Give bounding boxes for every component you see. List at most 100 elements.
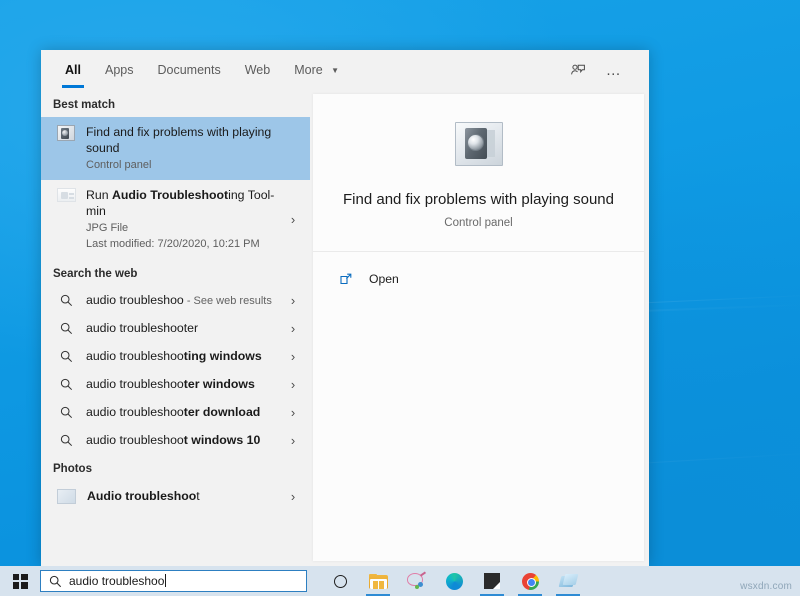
web-result-label: audio troubleshooter windows	[79, 377, 282, 391]
photo-label-match: Audio troubleshoo	[87, 489, 196, 503]
web-query-suffix: t windows 10	[184, 433, 261, 447]
sound-speaker-icon	[53, 124, 79, 141]
section-header-best-match: Best match	[41, 90, 310, 117]
search-results-column: Best match Find and fix problems with pl…	[41, 90, 310, 566]
magnifier-icon	[53, 434, 79, 447]
preview-subtitle: Control panel	[329, 217, 628, 229]
site-watermark: wsxdn.com	[740, 581, 792, 592]
chevron-right-icon[interactable]: ›	[282, 212, 304, 227]
result-row-find-and-fix[interactable]: Find and fix problems with playing sound…	[41, 117, 310, 180]
preview-actions: Open	[313, 252, 644, 294]
result-row-audio-troubleshooting-tool[interactable]: Run Audio Troubleshooting Tool-min JPG F…	[41, 180, 310, 259]
result-title-plain1: Run	[86, 188, 112, 202]
preview-action-open[interactable]: Open	[313, 264, 644, 294]
feedback-button[interactable]	[561, 53, 595, 87]
preview-card: Find and fix problems with playing sound…	[313, 94, 644, 561]
magnifier-icon	[53, 294, 79, 307]
chevron-right-icon[interactable]: ›	[282, 433, 304, 448]
taskbar-search-input[interactable]: audio troubleshoo	[69, 574, 166, 588]
chevron-right-icon[interactable]: ›	[282, 293, 304, 308]
result-title: Find and fix problems with playing sound	[86, 124, 304, 156]
magnifier-icon	[53, 322, 79, 335]
web-result-label: audio troubleshooter	[79, 321, 282, 335]
magnifier-icon	[53, 378, 79, 391]
photo-result-label: Audio troubleshoot	[76, 489, 282, 503]
feedback-person-icon	[570, 62, 586, 78]
search-preview-column: Find and fix problems with playing sound…	[310, 90, 649, 566]
sticky-notes-icon	[484, 573, 500, 589]
chevron-right-icon[interactable]: ›	[282, 377, 304, 392]
preview-header: Find and fix problems with playing sound…	[313, 94, 644, 252]
tab-apps[interactable]: Apps	[93, 50, 146, 90]
windows-start-icon	[13, 574, 28, 589]
start-button[interactable]	[0, 566, 40, 596]
web-query-prefix: audio troubleshoo	[86, 405, 184, 419]
web-result-row[interactable]: audio troubleshooting windows ›	[41, 342, 310, 370]
taskbar-search-box[interactable]: audio troubleshoo	[40, 570, 307, 592]
taskbar-item-blue-app[interactable]	[549, 566, 587, 596]
web-query-prefix: audio troubleshoo	[86, 433, 184, 447]
paint-palette-icon	[407, 573, 426, 590]
taskbar-item-chrome[interactable]	[511, 566, 549, 596]
tab-documents[interactable]: Documents	[145, 50, 232, 90]
web-result-label: audio troubleshooter download	[79, 405, 282, 419]
web-result-label: audio troubleshoot windows 10	[79, 433, 282, 447]
taskbar: audio troubleshoo	[0, 566, 800, 596]
chevron-right-icon[interactable]: ›	[282, 321, 304, 336]
web-query-suffix: ter download	[184, 405, 261, 419]
open-external-icon	[339, 272, 359, 286]
cortana-circle-icon	[334, 575, 347, 588]
edge-icon	[446, 573, 463, 590]
section-header-photos: Photos	[41, 454, 310, 481]
ellipsis-icon: …	[606, 63, 623, 78]
magnifier-icon	[53, 350, 79, 363]
taskbar-item-paint[interactable]	[397, 566, 435, 596]
web-query-text: audio troubleshoo	[86, 293, 184, 307]
web-query-prefix: audio troubleshoo	[86, 377, 184, 391]
web-result-row[interactable]: audio troubleshooter windows ›	[41, 370, 310, 398]
web-result-row[interactable]: audio troubleshooter download ›	[41, 398, 310, 426]
book-app-icon	[560, 574, 577, 589]
tab-web-label: Web	[245, 63, 270, 77]
web-query-suffix: ting windows	[184, 349, 262, 363]
tab-apps-label: Apps	[105, 63, 134, 77]
tab-all-label: All	[65, 63, 81, 77]
search-tabbar: All Apps Documents Web More ▼	[41, 50, 649, 90]
web-result-row[interactable]: audio troubleshooter ›	[41, 314, 310, 342]
taskbar-search-value: audio troubleshoo	[69, 574, 164, 588]
web-result-label: audio troubleshooting windows	[79, 349, 282, 363]
tab-web[interactable]: Web	[233, 50, 282, 90]
result-title: Run Audio Troubleshooting Tool-min	[86, 187, 282, 219]
search-tabs: All Apps Documents Web More ▼	[41, 50, 351, 90]
search-header-actions: …	[561, 53, 639, 87]
chevron-right-icon[interactable]: ›	[282, 349, 304, 364]
web-result-label: audio troubleshoo - See web results	[79, 293, 282, 307]
web-result-row[interactable]: audio troubleshoo - See web results ›	[41, 286, 310, 314]
preview-action-label: Open	[359, 272, 399, 286]
chrome-icon	[522, 573, 539, 590]
search-flyout-panel: All Apps Documents Web More ▼	[41, 50, 649, 566]
taskbar-item-sticky-notes[interactable]	[473, 566, 511, 596]
web-result-row[interactable]: audio troubleshoot windows 10 ›	[41, 426, 310, 454]
chevron-down-icon: ▼	[331, 51, 339, 91]
more-options-button[interactable]: …	[597, 53, 631, 87]
tab-all[interactable]: All	[53, 50, 93, 90]
preview-title: Find and fix problems with playing sound	[329, 190, 628, 210]
tab-more[interactable]: More ▼	[282, 50, 351, 90]
magnifier-icon	[53, 406, 79, 419]
tab-documents-label: Documents	[157, 63, 220, 77]
chevron-right-icon[interactable]: ›	[282, 405, 304, 420]
chevron-right-icon[interactable]: ›	[282, 489, 304, 504]
photo-result-row[interactable]: Audio troubleshoot ›	[41, 481, 310, 511]
photo-thumbnail-icon	[57, 489, 76, 504]
search-panel-body: Best match Find and fix problems with pl…	[41, 90, 649, 566]
taskbar-items	[321, 566, 587, 596]
taskbar-item-edge[interactable]	[435, 566, 473, 596]
screen: All Apps Documents Web More ▼	[0, 0, 800, 596]
see-web-results-hint: - See web results	[184, 295, 272, 307]
taskbar-item-cortana[interactable]	[321, 566, 359, 596]
jpg-file-icon	[53, 187, 79, 202]
result-subtitle: JPG File	[86, 221, 282, 236]
taskbar-item-file-explorer[interactable]	[359, 566, 397, 596]
web-query-prefix: audio troubleshoo	[86, 349, 184, 363]
